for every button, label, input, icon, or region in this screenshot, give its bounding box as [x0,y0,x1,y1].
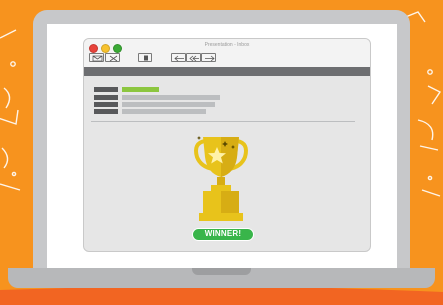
sender-placeholder [94,102,118,107]
winner-badge: WINNER! [192,228,254,241]
reply-all-icon [189,55,199,62]
window-title: Presentation - Inbox [204,42,250,48]
laptop-notch [192,268,251,275]
message-subject-placeholder [122,95,220,100]
email-window: Presentation - Inbox WINNER! [83,38,371,252]
divider [91,121,355,122]
window-titlebar: Presentation - Inbox [84,39,370,67]
message-subject-placeholder [122,102,215,107]
message-subject-highlight [122,87,159,92]
sender-placeholder [94,95,118,100]
delete-icon [109,55,118,62]
trophy-icon [194,136,248,221]
archive-button[interactable] [138,53,152,62]
sender-placeholder [94,109,118,114]
forward-button[interactable] [201,53,216,62]
reply-icon [174,55,184,62]
toolbar-strip [84,67,370,76]
compose-button[interactable] [89,53,104,62]
compose-icon [92,55,103,62]
forward-icon [205,55,215,62]
reply-all-button[interactable] [186,53,201,62]
archive-icon [144,55,148,61]
delete-button[interactable] [105,53,120,62]
sender-placeholder [94,87,118,92]
reply-button[interactable] [171,53,186,62]
message-subject-placeholder [122,109,206,114]
